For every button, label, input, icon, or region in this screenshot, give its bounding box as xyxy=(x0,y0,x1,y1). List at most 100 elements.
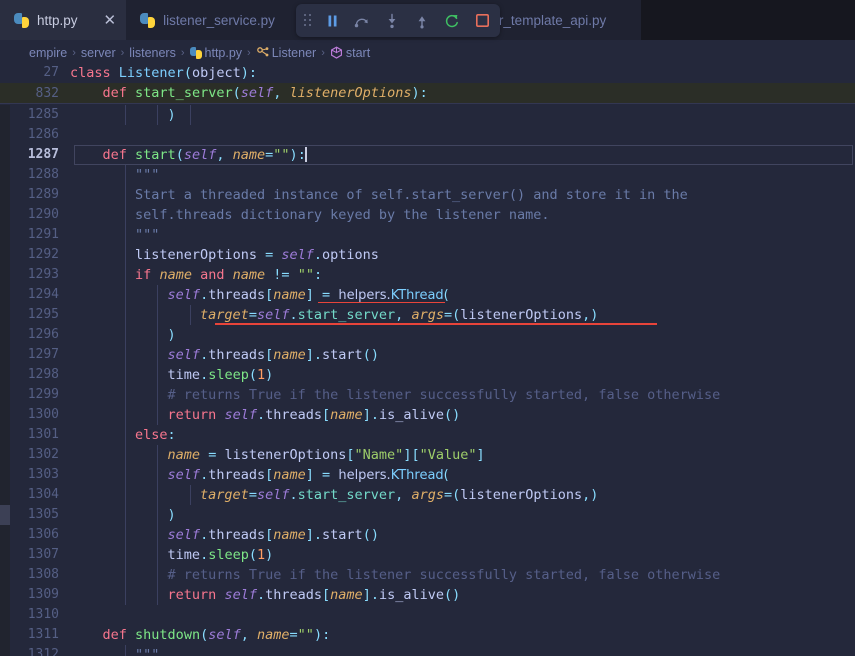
method-icon xyxy=(330,46,342,59)
tab-bar-empty-area xyxy=(641,0,855,40)
line-code: ) xyxy=(70,105,855,125)
tab-http-py[interactable]: http.py ✕ xyxy=(0,0,127,40)
breadcrumb-separator: › xyxy=(321,46,325,59)
breadcrumb-item-listener[interactable]: Listener xyxy=(256,46,316,60)
line-number: 1288 xyxy=(27,167,59,182)
close-icon[interactable]: ✕ xyxy=(104,13,117,28)
python-file-icon xyxy=(14,12,29,28)
line-code: def shutdown(self, name=""): xyxy=(102,627,331,643)
drag-handle-icon[interactable] xyxy=(304,13,312,28)
tab-listener-service-py[interactable]: listener_service.py xyxy=(126,0,285,40)
line-code: return self.threads[name].is_alive() xyxy=(70,585,855,605)
step-into-icon[interactable] xyxy=(382,10,402,32)
line-number: 1285 xyxy=(27,107,59,122)
line-code: self.threads[name] = helpers.KThread( xyxy=(70,464,855,486)
line-number: 1292 xyxy=(27,247,59,262)
code-line: 1312 """ xyxy=(0,645,855,656)
line-number: 1312 xyxy=(27,647,59,656)
breadcrumb-item-start[interactable]: start xyxy=(330,46,370,60)
breadcrumb-item-listeners[interactable]: listeners xyxy=(129,46,176,60)
line-code: """ xyxy=(70,165,855,185)
breadcrumb-item-http-py[interactable]: http.py xyxy=(189,45,243,60)
line-number: 1308 xyxy=(27,567,59,582)
code-line: 1309 return self.threads[name].is_alive(… xyxy=(0,585,855,605)
code-line: 1294 self.threads[name] = helpers.KThrea… xyxy=(0,284,855,306)
step-out-icon[interactable] xyxy=(412,10,432,32)
line-code: ) xyxy=(70,505,855,525)
code-line: 1289 Start a threaded instance of self.s… xyxy=(0,185,855,205)
code-line: 1288 """ xyxy=(0,165,855,185)
line-number: 1310 xyxy=(27,607,59,622)
breadcrumb-label: Listener xyxy=(271,45,317,60)
code-line: 1306 self.threads[name].start() xyxy=(0,525,855,545)
line-number: 1301 xyxy=(27,427,59,442)
line-number: 1300 xyxy=(27,407,59,422)
line-code: listenerOptions = self.options xyxy=(70,245,855,265)
text-caret xyxy=(304,147,307,162)
line-number: 1306 xyxy=(27,527,59,542)
code-line: 1310 xyxy=(0,605,855,625)
code-line: 1301 else: xyxy=(0,425,855,445)
code-line: 1298 time.sleep(1) xyxy=(0,365,855,385)
line-number: 1296 xyxy=(27,327,59,342)
breadcrumb-label: http.py xyxy=(204,45,243,60)
line-code: if name and name != "": xyxy=(70,265,855,285)
line-number: 1293 xyxy=(27,267,59,282)
stop-icon[interactable] xyxy=(472,10,492,32)
sticky-header-code: def start_server(self, listenerOptions): xyxy=(102,85,428,101)
line-number: 1298 xyxy=(27,367,59,382)
sticky-header-class[interactable]: 27 class Listener(object): xyxy=(0,62,855,83)
line-code: """ xyxy=(70,645,855,656)
line-code: """ xyxy=(70,225,855,245)
tab-label: listener_service.py xyxy=(163,12,275,28)
sticky-header-method[interactable]: 832 def start_server(self, listenerOptio… xyxy=(0,83,855,104)
debug-toolbar xyxy=(296,4,500,37)
line-number: 832 xyxy=(35,85,59,101)
sticky-header-code: class Listener(object): xyxy=(70,64,258,81)
code-line: 1290 self.threads dictionary keyed by th… xyxy=(0,205,855,225)
line-code: time.sleep(1) xyxy=(70,365,855,385)
line-code: return self.threads[name].is_alive() xyxy=(70,405,855,425)
class-icon xyxy=(256,46,269,56)
line-number: 1304 xyxy=(27,487,59,502)
line-code: def start(self, name=""): xyxy=(102,147,307,163)
line-number: 1287 xyxy=(27,147,59,162)
line-number: 1303 xyxy=(27,467,59,482)
line-code: self.threads[name].start() xyxy=(70,345,855,365)
ide-window: http.py ✕ listener_service.py istener_te… xyxy=(0,0,855,656)
code-editor[interactable]: 1285 ) 1286 1287 def start(self, name=""… xyxy=(0,105,855,656)
rerun-icon[interactable] xyxy=(442,10,462,32)
code-line: 1291 """ xyxy=(0,225,855,245)
python-file-icon xyxy=(140,12,156,28)
tab-label: http.py xyxy=(37,12,78,28)
code-line: 1285 ) xyxy=(0,105,855,125)
line-code: ) xyxy=(70,325,855,345)
step-over-icon[interactable] xyxy=(352,10,372,32)
code-line: 1305 ) xyxy=(0,505,855,525)
line-number: 1295 xyxy=(27,307,59,322)
breadcrumb-item-server[interactable]: server xyxy=(81,46,116,60)
line-code: # returns True if the listener successfu… xyxy=(70,565,855,585)
line-number: 1286 xyxy=(27,127,59,142)
line-code: else: xyxy=(70,425,855,445)
line-code: target=self.start_server, args=(listener… xyxy=(70,485,855,505)
code-line-current: 1287 def start(self, name=""): xyxy=(0,145,855,165)
pause-icon[interactable] xyxy=(322,10,342,32)
python-file-icon xyxy=(189,46,202,59)
line-number: 1291 xyxy=(27,227,59,242)
code-line: 1295 target=self.start_server, args=(lis… xyxy=(0,305,855,325)
breadcrumb-separator: › xyxy=(72,46,76,59)
line-number: 1294 xyxy=(27,287,59,302)
line-code: self.threads[name].start() xyxy=(70,525,855,545)
breadcrumb-separator: › xyxy=(247,46,251,59)
line-number: 1305 xyxy=(27,507,59,522)
line-code: self.threads[name] = helpers.KThread( xyxy=(70,284,855,306)
code-line: 1300 return self.threads[name].is_alive(… xyxy=(0,405,855,425)
line-code: self.threads dictionary keyed by the lis… xyxy=(70,205,855,225)
line-number: 1299 xyxy=(27,387,59,402)
line-number: 1309 xyxy=(27,587,59,602)
line-code: name = listenerOptions["Name"]["Value"] xyxy=(70,445,855,465)
line-number: 1307 xyxy=(27,547,59,562)
breadcrumb-item-empire[interactable]: empire xyxy=(29,46,67,60)
line-code: # returns True if the listener successfu… xyxy=(70,385,855,405)
